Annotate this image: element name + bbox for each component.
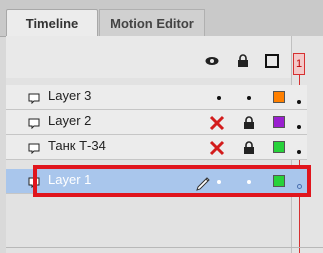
- layer-icon: [28, 93, 40, 104]
- playhead-frame-number[interactable]: 1: [293, 53, 305, 75]
- outline-square-icon[interactable]: [265, 54, 279, 68]
- layer-row-tank-t-34[interactable]: Танк Т-34: [6, 135, 307, 160]
- layer-name: Танк Т-34: [48, 138, 106, 153]
- tab-timeline[interactable]: Timeline: [6, 9, 98, 36]
- tab-bar: Timeline Motion Editor: [0, 0, 323, 37]
- timeline-frames-edge: [309, 36, 323, 253]
- lock-icon[interactable]: [243, 116, 255, 129]
- layer-icon: [28, 143, 40, 154]
- keyframe-dot[interactable]: [297, 150, 301, 154]
- layer-list-header: [6, 36, 307, 78]
- outline-color-swatch[interactable]: [273, 141, 285, 153]
- outline-color-swatch[interactable]: [273, 116, 285, 128]
- layer-name: Layer 2: [48, 113, 92, 128]
- visibility-dot[interactable]: [217, 96, 221, 100]
- layer-row-layer-3[interactable]: Layer 3: [6, 85, 307, 110]
- eye-icon[interactable]: [205, 55, 219, 67]
- lock-icon[interactable]: [243, 141, 255, 154]
- layer-row-layer-2[interactable]: Layer 2: [6, 110, 307, 135]
- keyframe-dot[interactable]: [297, 100, 301, 104]
- outline-color-swatch[interactable]: [273, 91, 285, 103]
- keyframe-dot[interactable]: [297, 125, 301, 129]
- hidden-x-icon[interactable]: [209, 115, 225, 131]
- lock-dot[interactable]: [247, 96, 251, 100]
- panel-divider: [6, 247, 323, 248]
- timeline-panel: Timeline Motion Editor 1 Layer 3 Layer 2: [0, 0, 323, 253]
- layer-name: Layer 3: [48, 88, 92, 103]
- hidden-x-icon[interactable]: [209, 140, 225, 156]
- lock-icon[interactable]: [237, 54, 249, 67]
- layer-icon: [28, 118, 40, 129]
- tab-motion-editor[interactable]: Motion Editor: [99, 9, 205, 36]
- selection-highlight-box: [33, 165, 311, 197]
